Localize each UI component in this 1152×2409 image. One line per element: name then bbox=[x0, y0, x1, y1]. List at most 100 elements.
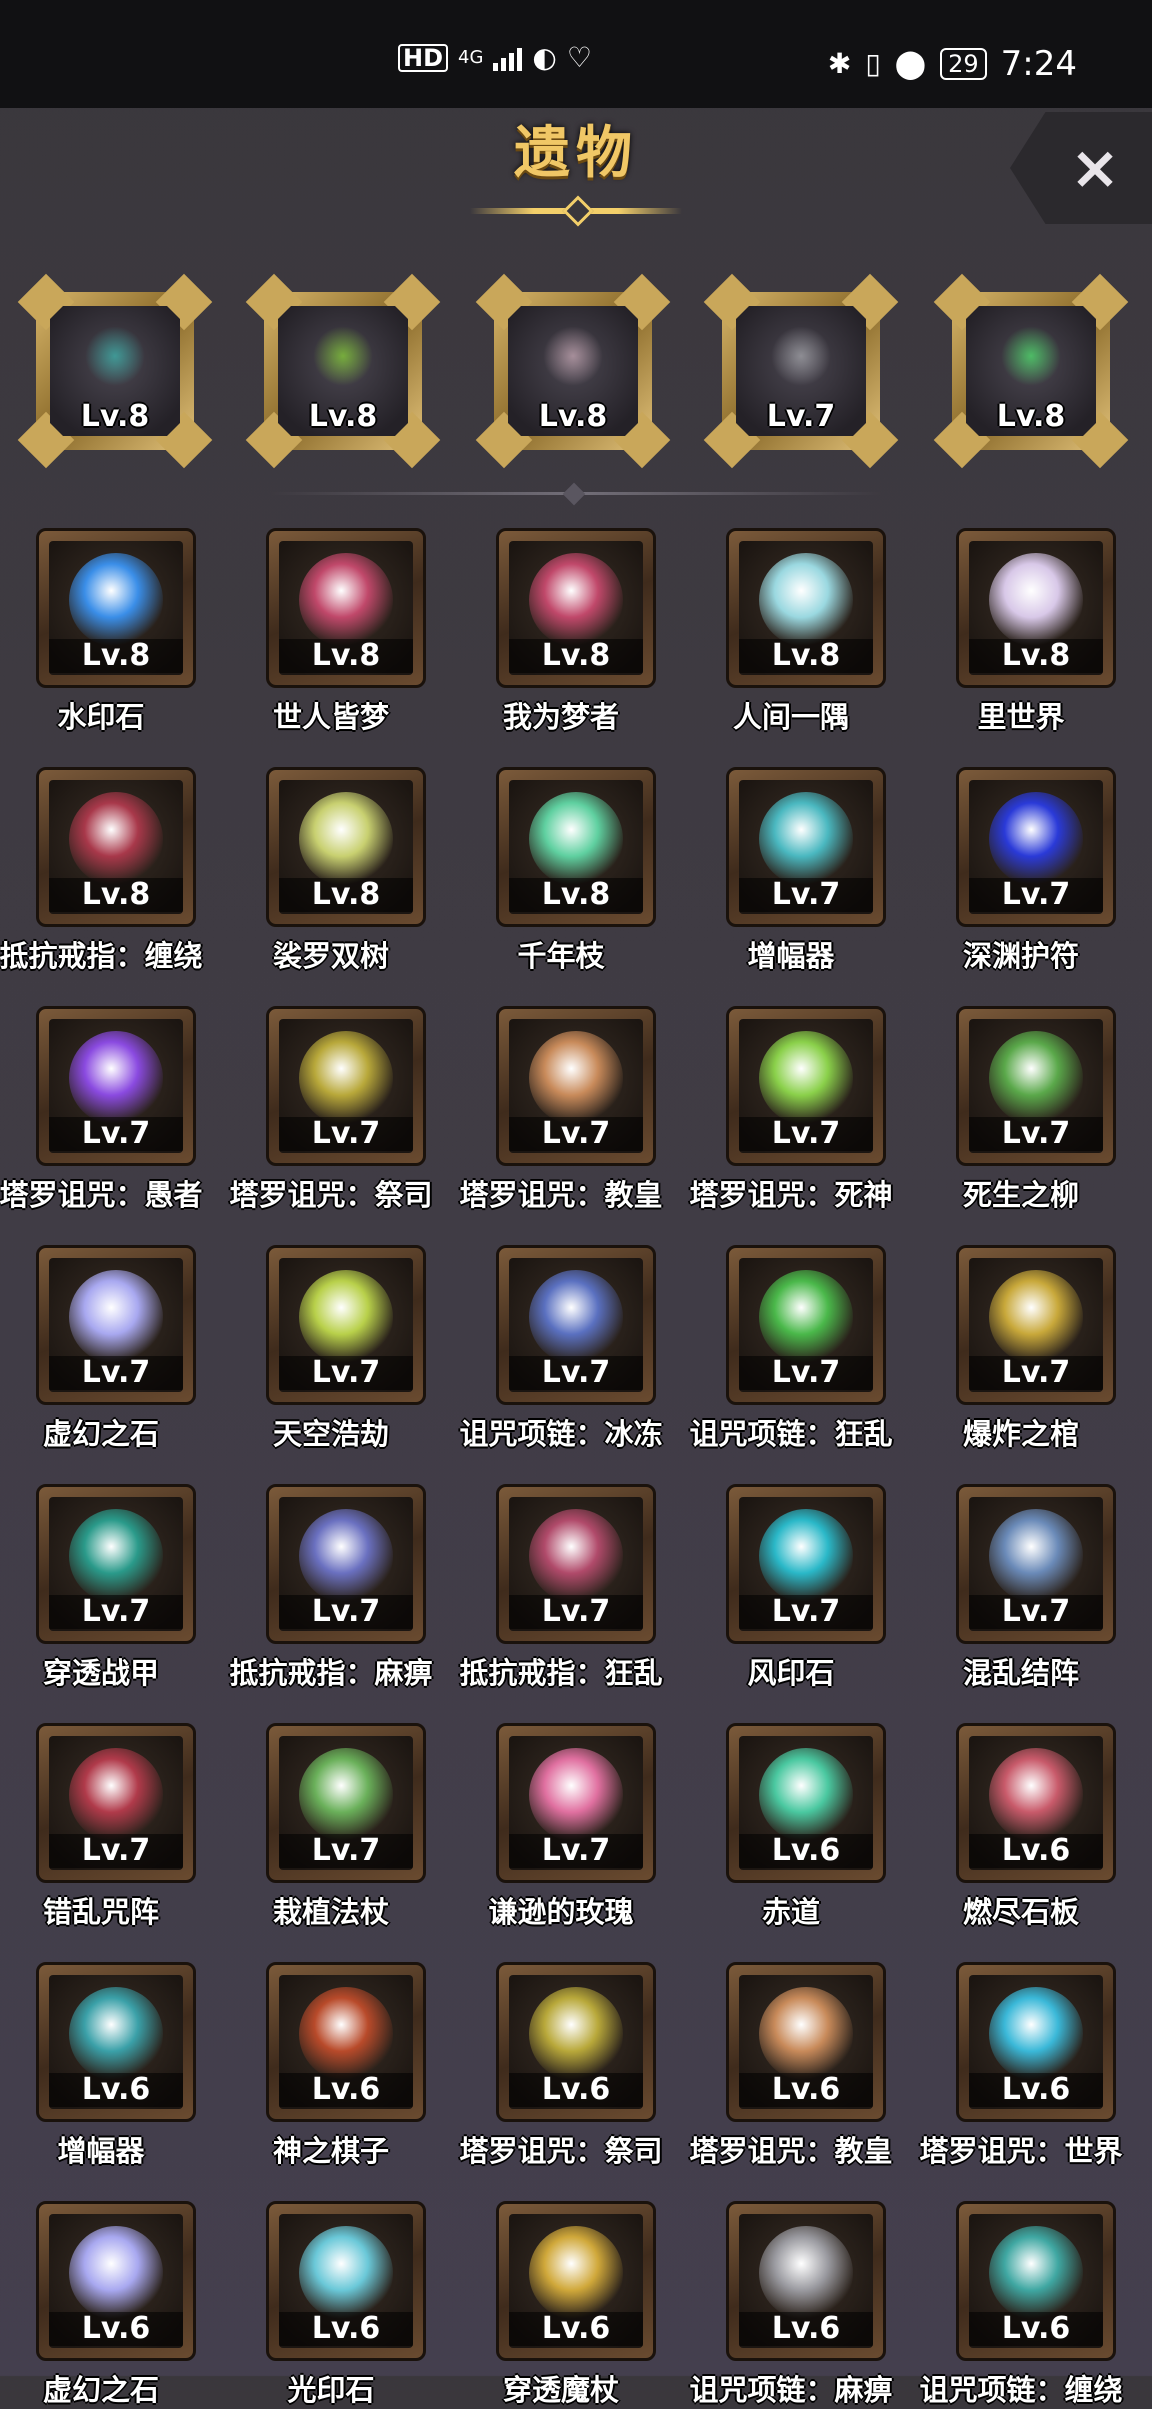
status-right-icons: ✱ ▯ ⬤ 29 7:24 bbox=[828, 44, 1077, 84]
relic-item[interactable]: Lv.7 深渊护符 bbox=[906, 767, 1136, 973]
relic-icon-area: Lv.7 bbox=[969, 1497, 1103, 1631]
relic-frame: Lv.8 bbox=[496, 767, 656, 927]
relic-level: Lv.6 bbox=[739, 2312, 873, 2346]
relic-frame: Lv.7 bbox=[36, 1245, 196, 1405]
relic-item[interactable]: Lv.7 爆炸之棺 bbox=[906, 1245, 1136, 1451]
relic-item[interactable]: Lv.7 错乱咒阵 bbox=[0, 1723, 216, 1929]
signal-icon bbox=[493, 45, 523, 71]
relic-item[interactable]: Lv.6 诅咒项链：麻痹 bbox=[676, 2201, 906, 2407]
relic-item[interactable]: Lv.7 虚幻之石 bbox=[0, 1245, 216, 1451]
relic-level: Lv.6 bbox=[969, 2312, 1103, 2346]
vibrate-icon: ▯ bbox=[865, 47, 881, 80]
relic-item[interactable]: Lv.8 人间一隅 bbox=[676, 528, 906, 734]
equipped-slot[interactable]: Lv.7 bbox=[703, 273, 899, 469]
relic-icon-area: Lv.7 bbox=[49, 1019, 183, 1153]
relic-item[interactable]: Lv.7 穿透战甲 bbox=[0, 1484, 216, 1690]
relic-item[interactable]: Lv.7 塔罗诅咒：教皇 bbox=[446, 1006, 676, 1212]
equipped-slot[interactable]: Lv.8 bbox=[17, 273, 213, 469]
equipped-level: Lv.8 bbox=[996, 399, 1066, 434]
relic-level: Lv.7 bbox=[739, 1356, 873, 1390]
relic-level: Lv.8 bbox=[279, 878, 413, 912]
relic-level: Lv.6 bbox=[279, 2312, 413, 2346]
bluetooth-icon: ✱ bbox=[827, 47, 852, 80]
cross-necklace-icon bbox=[85, 326, 145, 386]
relic-frame: Lv.7 bbox=[266, 1484, 426, 1644]
relic-item[interactable]: Lv.7 天空浩劫 bbox=[216, 1245, 446, 1451]
relic-frame: Lv.7 bbox=[956, 1006, 1116, 1166]
relic-frame: Lv.6 bbox=[266, 2201, 426, 2361]
relic-icon-area: Lv.6 bbox=[279, 1975, 413, 2109]
relic-item[interactable]: Lv.6 诅咒项链：缠绕 bbox=[906, 2201, 1136, 2407]
relic-item[interactable]: Lv.6 燃尽石板 bbox=[906, 1723, 1136, 1929]
relic-icon bbox=[529, 1031, 623, 1125]
relic-item[interactable]: Lv.7 栽植法杖 bbox=[216, 1723, 446, 1929]
relic-item[interactable]: Lv.7 死生之柳 bbox=[906, 1006, 1136, 1212]
relic-frame: Lv.7 bbox=[956, 1245, 1116, 1405]
relic-level: Lv.6 bbox=[969, 1834, 1103, 1868]
equipped-level: Lv.8 bbox=[308, 399, 378, 434]
relic-icon bbox=[759, 1509, 853, 1603]
relic-item[interactable]: Lv.6 塔罗诅咒：祭司 bbox=[446, 1962, 676, 2168]
relic-name: 虚幻之石 bbox=[42, 1417, 159, 1451]
relic-icon-area: Lv.6 bbox=[739, 1975, 873, 2109]
relic-icon-area: Lv.6 bbox=[969, 2214, 1103, 2348]
relic-item[interactable]: Lv.8 水印石 bbox=[0, 528, 216, 734]
divider-ornament-icon bbox=[562, 482, 586, 506]
relic-item[interactable]: Lv.7 抵抗戒指：麻痹 bbox=[216, 1484, 446, 1690]
relic-frame: Lv.7 bbox=[266, 1723, 426, 1883]
relic-item[interactable]: Lv.7 增幅器 bbox=[676, 767, 906, 973]
relic-item[interactable]: Lv.7 塔罗诅咒：祭司 bbox=[216, 1006, 446, 1212]
relic-icon-area: Lv.8 bbox=[509, 780, 643, 914]
relic-icon bbox=[759, 1031, 853, 1125]
relic-level: Lv.8 bbox=[509, 639, 643, 673]
equipped-slot[interactable]: Lv.8 bbox=[475, 273, 671, 469]
relic-icon-area: Lv.7 bbox=[49, 1258, 183, 1392]
relic-item[interactable]: Lv.6 塔罗诅咒：世界 bbox=[906, 1962, 1136, 2168]
relic-frame: Lv.7 bbox=[726, 1484, 886, 1644]
relic-item[interactable]: Lv.6 增幅器 bbox=[0, 1962, 216, 2168]
relic-icon bbox=[69, 1031, 163, 1125]
relic-item[interactable]: Lv.7 抵抗戒指：狂乱 bbox=[446, 1484, 676, 1690]
relic-icon bbox=[759, 1270, 853, 1364]
relic-item[interactable]: Lv.7 诅咒项链：狂乱 bbox=[676, 1245, 906, 1451]
relic-icon-area: Lv.7 bbox=[739, 1497, 873, 1631]
relic-item[interactable]: Lv.8 里世界 bbox=[906, 528, 1136, 734]
relic-item[interactable]: Lv.6 塔罗诅咒：教皇 bbox=[676, 1962, 906, 2168]
relic-item[interactable]: Lv.6 穿透魔杖 bbox=[446, 2201, 676, 2407]
relic-name: 天空浩劫 bbox=[272, 1417, 389, 1451]
relic-item[interactable]: Lv.7 塔罗诅咒：愚者 bbox=[0, 1006, 216, 1212]
relic-frame: Lv.7 bbox=[36, 1484, 196, 1644]
relic-item[interactable]: Lv.6 虚幻之石 bbox=[0, 2201, 216, 2407]
relic-icon-area: Lv.7 bbox=[49, 1736, 183, 1870]
relic-item[interactable]: Lv.8 我为梦者 bbox=[446, 528, 676, 734]
equipped-slot[interactable]: Lv.8 bbox=[933, 273, 1129, 469]
relic-item[interactable]: Lv.8 千年枝 bbox=[446, 767, 676, 973]
relic-level: Lv.6 bbox=[49, 2073, 183, 2107]
relic-item[interactable]: Lv.6 赤道 bbox=[676, 1723, 906, 1929]
relic-item[interactable]: Lv.7 混乱结阵 bbox=[906, 1484, 1136, 1690]
equipped-slot[interactable]: Lv.8 bbox=[245, 273, 441, 469]
relic-name: 塔罗诅咒：祭司 bbox=[229, 1178, 433, 1212]
relic-item[interactable]: Lv.7 塔罗诅咒：死神 bbox=[676, 1006, 906, 1212]
relic-item[interactable]: Lv.7 诅咒项链：冰冻 bbox=[446, 1245, 676, 1451]
relic-level: Lv.7 bbox=[279, 1834, 413, 1868]
relic-name: 抵抗戒指：狂乱 bbox=[459, 1656, 663, 1690]
relic-level: Lv.7 bbox=[279, 1356, 413, 1390]
relic-item[interactable]: Lv.6 光印石 bbox=[216, 2201, 446, 2407]
relic-icon bbox=[299, 792, 393, 886]
relic-icon-area: Lv.6 bbox=[969, 1736, 1103, 1870]
relic-item[interactable]: Lv.8 抵抗戒指：缠绕 bbox=[0, 767, 216, 973]
relic-name: 栽植法杖 bbox=[272, 1895, 389, 1929]
relic-item[interactable]: Lv.8 世人皆梦 bbox=[216, 528, 446, 734]
relic-item[interactable]: Lv.8 裟罗双树 bbox=[216, 767, 446, 973]
relic-icon-area: Lv.8 bbox=[509, 541, 643, 675]
relic-item[interactable]: Lv.6 神之棋子 bbox=[216, 1962, 446, 2168]
relic-item[interactable]: Lv.7 风印石 bbox=[676, 1484, 906, 1690]
relic-icon-area: Lv.8 bbox=[279, 541, 413, 675]
relic-name: 深渊护符 bbox=[962, 939, 1079, 973]
relic-item[interactable]: Lv.7 谦逊的玫瑰 bbox=[446, 1723, 676, 1929]
relic-level: Lv.8 bbox=[739, 639, 873, 673]
relic-name: 增幅器 bbox=[57, 2134, 145, 2168]
relic-name: 抵抗戒指：缠绕 bbox=[0, 939, 203, 973]
relic-name: 虚幻之石 bbox=[42, 2373, 159, 2407]
